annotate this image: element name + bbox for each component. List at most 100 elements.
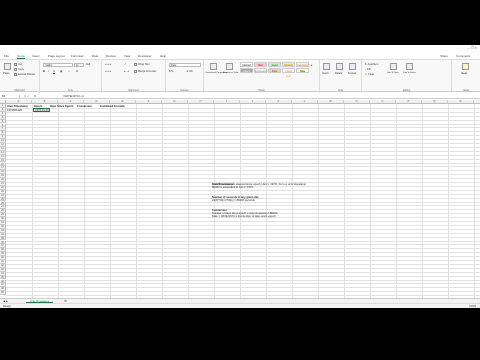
tab-formulas[interactable]: Formulas — [71, 54, 84, 58]
column-header-a[interactable]: A — [6, 100, 32, 104]
font-color-icon[interactable]: A — [76, 70, 78, 73]
tab-view[interactable]: View — [124, 54, 130, 58]
italic-button[interactable]: I — [48, 70, 49, 73]
column-header-k[interactable]: K — [266, 100, 292, 104]
column-header-e[interactable]: E — [110, 100, 136, 104]
format-button[interactable]: Format — [348, 72, 356, 75]
column-header-i[interactable]: I — [214, 100, 240, 104]
zoom-level[interactable]: 100% — [469, 305, 476, 308]
indent-icon[interactable]: ⇤ ⇥ — [124, 70, 129, 73]
style-explanatory[interactable]: Explanatory ... — [254, 68, 268, 78]
autosum-button[interactable]: Σ AutoSum — [365, 63, 378, 66]
fill-button[interactable]: ↓ Fill — [365, 68, 371, 71]
delete-button[interactable]: Delete — [335, 72, 343, 75]
column-header-c[interactable]: C — [58, 100, 84, 104]
cell-a1[interactable]: Unix Timestamp — [7, 105, 28, 108]
style-neutral[interactable]: Neutral — [282, 62, 295, 67]
alignment-group-label: Alignment — [128, 89, 139, 92]
find-select-icon[interactable] — [406, 63, 413, 70]
excel-window: — ❐ ✕ File Home Insert Page Layout Formu… — [0, 45, 480, 308]
insert-button[interactable]: Insert — [322, 72, 329, 75]
format-as-table-button[interactable]: Format as Table — [223, 72, 239, 74]
fx-icon[interactable]: fx — [34, 95, 36, 98]
sort-filter-icon[interactable] — [390, 63, 397, 70]
style-note[interactable]: Note — [296, 68, 309, 73]
cell-d1[interactable]: Conversion — [77, 105, 92, 108]
cut-button[interactable]: Cut — [14, 63, 22, 66]
style-check-cell[interactable]: Check Cell — [240, 68, 253, 78]
style-bad[interactable]: Bad — [254, 62, 267, 67]
column-header-p[interactable]: P — [396, 100, 422, 104]
column-header-h[interactable]: H — [188, 100, 214, 104]
paste-button[interactable]: Paste — [3, 72, 10, 75]
align-left-icon[interactable]: ≡ ≡ ≡ — [105, 70, 111, 73]
column-header-g[interactable]: G — [162, 100, 188, 104]
column-header-o[interactable]: O — [370, 100, 396, 104]
tab-review[interactable]: Review — [106, 54, 116, 58]
styles-more-icon[interactable]: ▾ — [311, 64, 312, 67]
column-header-q[interactable]: Q — [422, 100, 448, 104]
ideas-button[interactable]: Ideas — [461, 72, 467, 75]
row-gridline — [6, 135, 480, 137]
column-header-d[interactable]: D — [84, 100, 110, 104]
format-table-icon[interactable] — [226, 63, 233, 70]
tab-file[interactable]: File — [4, 54, 9, 58]
column-header-n[interactable]: N — [344, 100, 370, 104]
column-header-l[interactable]: L — [292, 100, 318, 104]
orientation-icon[interactable]: ↗ — [124, 63, 126, 66]
share-button[interactable]: Share — [440, 54, 448, 58]
lightbulb-icon[interactable] — [462, 63, 469, 70]
copy-button[interactable]: Copy — [14, 68, 24, 71]
cell-e1[interactable]: Combined Formula — [100, 105, 125, 108]
style-linked-cell[interactable]: Linked Cell — [282, 68, 295, 78]
column-header-b[interactable]: B — [32, 100, 58, 104]
tab-data[interactable]: Data — [92, 54, 98, 58]
style-good[interactable]: Good — [268, 62, 281, 67]
tab-page-layout[interactable]: Page Layout — [48, 54, 65, 58]
number-format-dropdown[interactable]: Date — [169, 63, 201, 67]
formula-bar-controls[interactable]: ✕ ✓ — [24, 95, 29, 98]
merge-center-button[interactable]: Merge & Center — [134, 70, 156, 73]
row-gridline — [6, 174, 480, 176]
bold-button[interactable]: B — [43, 70, 45, 73]
tab-help[interactable]: Help — [160, 54, 166, 58]
column-header-m[interactable]: M — [318, 100, 344, 104]
find-select-button[interactable]: Find & Select — [403, 72, 416, 74]
fill-color-icon[interactable]: ◈ — [68, 70, 70, 73]
format-painter-button[interactable]: Format Painter — [14, 73, 35, 76]
window-controls[interactable]: — ❐ ✕ — [467, 46, 477, 50]
style-calculation[interactable]: Calculation — [296, 62, 309, 67]
cell-b2-selected[interactable]: 1970-01-01 — [33, 108, 50, 112]
font-name-dropdown[interactable]: Calibri — [43, 63, 73, 67]
tab-insert[interactable]: Insert — [32, 54, 40, 58]
font-size-dropdown[interactable]: 11 — [74, 63, 84, 67]
column-header-r[interactable]: R — [448, 100, 474, 104]
paste-icon[interactable] — [4, 63, 11, 70]
wrap-text-button[interactable]: Wrap Text — [134, 63, 150, 66]
insert-cells-icon[interactable] — [323, 63, 330, 70]
conditional-formatting-icon[interactable] — [210, 63, 217, 70]
column-header-f[interactable]: F — [136, 100, 162, 104]
name-box[interactable]: B2 — [2, 94, 20, 98]
comments-button[interactable]: Comments — [456, 54, 471, 58]
decimal-icon[interactable]: .0 .00 — [186, 70, 193, 73]
column-header-j[interactable]: J — [240, 100, 266, 104]
cut-label: Cut — [18, 63, 23, 66]
currency-icon[interactable]: $ % , — [169, 70, 175, 73]
grow-font-button[interactable]: A A — [86, 63, 90, 66]
row-gridline — [6, 178, 480, 180]
formula-input[interactable]: =DATE(1970,1,1) — [63, 95, 84, 98]
cell-c1[interactable]: Days Since Epoch — [50, 105, 73, 108]
sort-filter-button[interactable]: Sort & Filter — [387, 72, 399, 74]
clear-button[interactable]: ◇ Clear — [365, 73, 374, 76]
style-normal[interactable]: Normal — [240, 62, 253, 67]
delete-cells-icon[interactable] — [336, 63, 343, 70]
underline-button[interactable]: U — [53, 70, 55, 73]
tab-developer[interactable]: Developer — [138, 54, 152, 58]
style-input[interactable]: Input — [268, 68, 281, 73]
row-gridline — [6, 267, 480, 269]
format-cells-icon[interactable] — [349, 63, 356, 70]
cell-a2[interactable]: 1570561420 — [7, 109, 22, 112]
borders-icon[interactable]: ▦ — [60, 70, 62, 73]
align-top-icon[interactable]: ≡ ≡ ≡ — [105, 63, 111, 66]
